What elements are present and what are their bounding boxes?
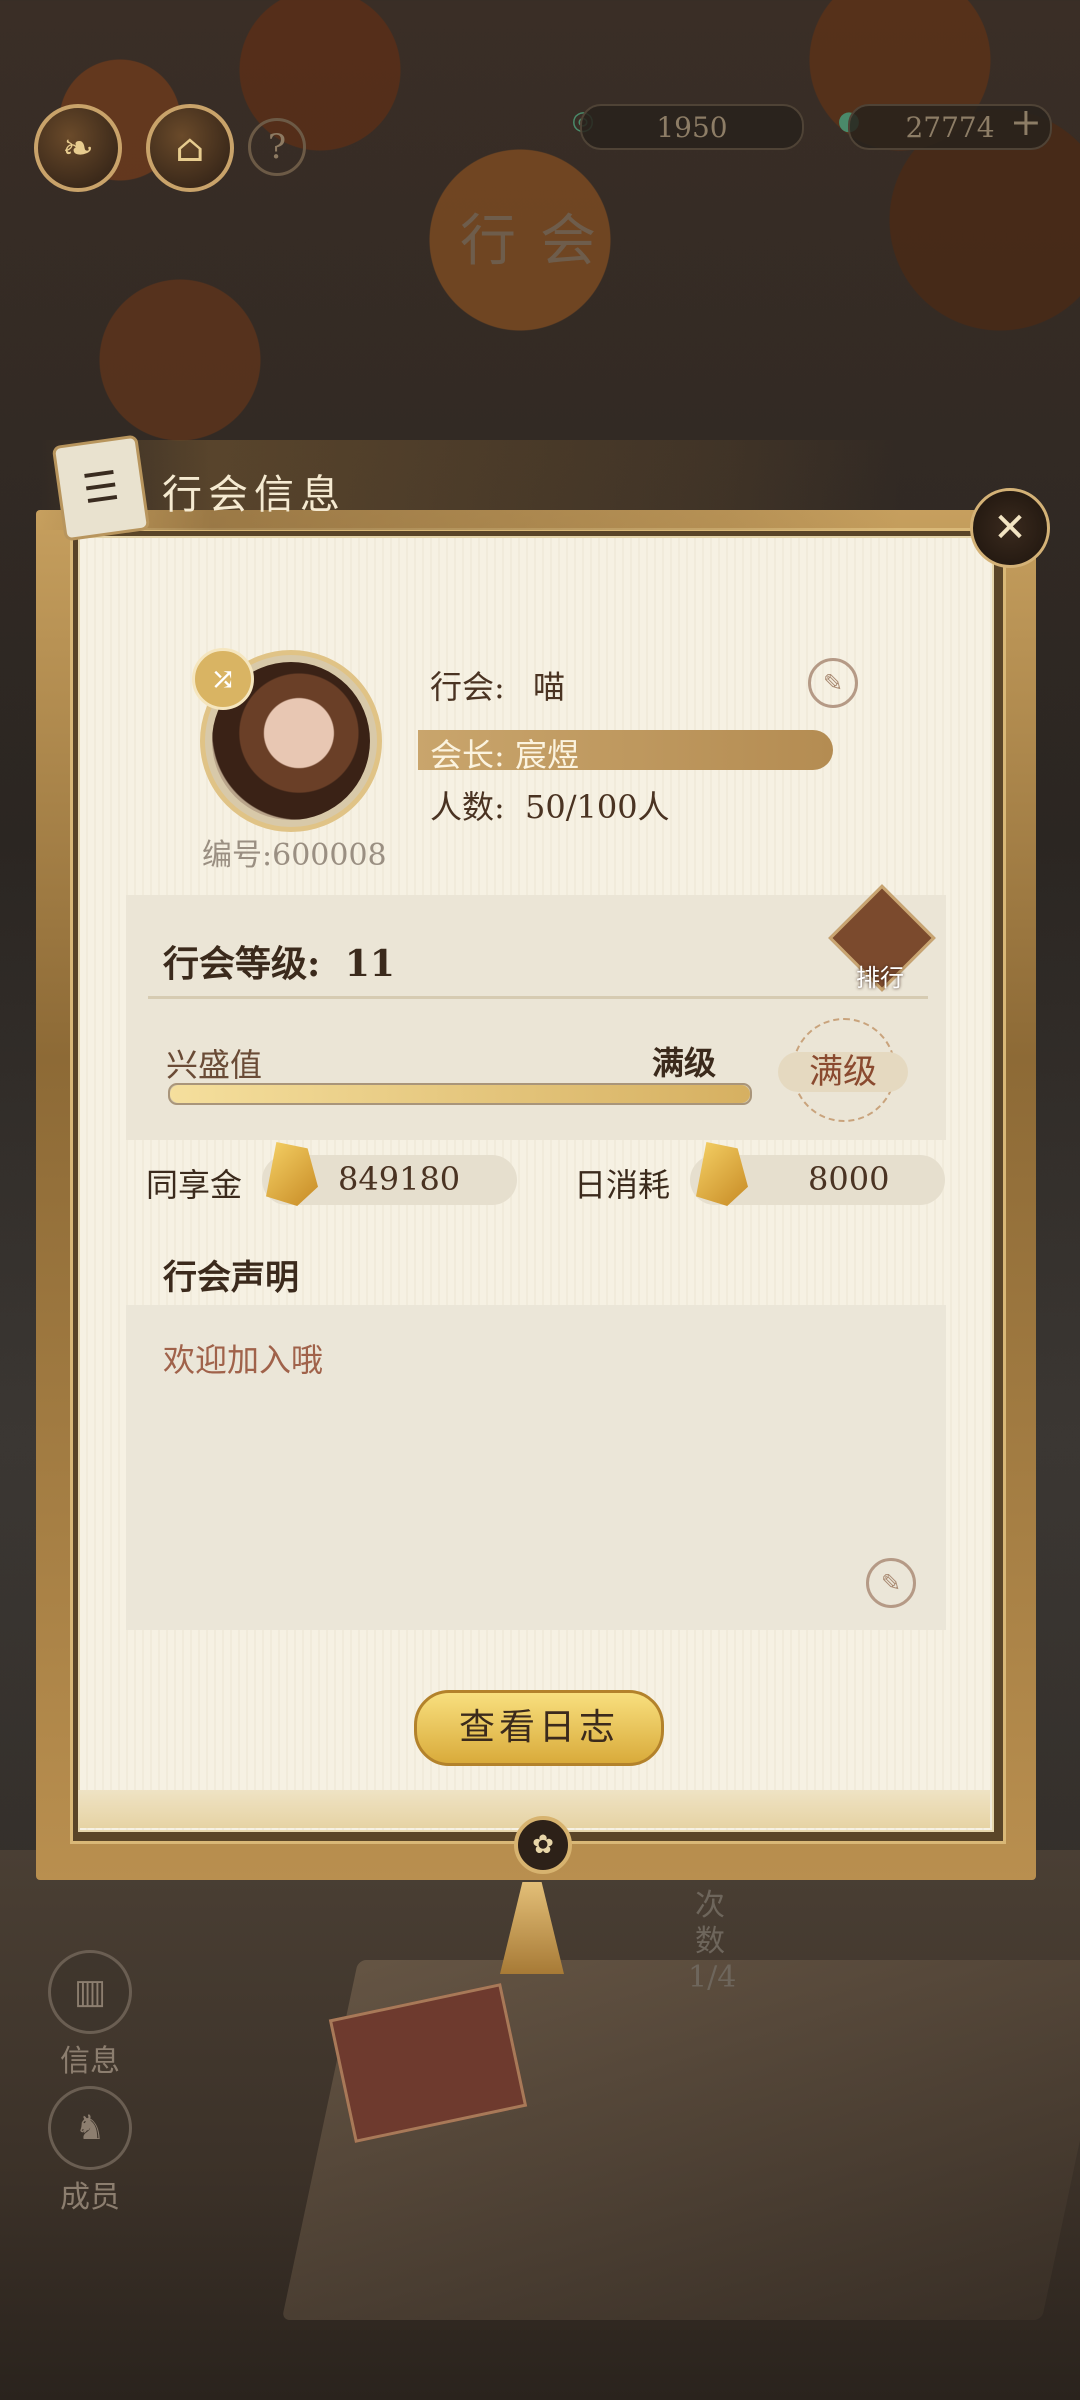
guild-name-label: 行会: bbox=[430, 668, 505, 706]
scroll-emblem-icon: ☰ bbox=[51, 434, 151, 542]
leader-name: 宸煜 bbox=[514, 736, 579, 774]
shuffle-icon[interactable]: ⤮ bbox=[192, 648, 254, 710]
daily-cost-label: 日消耗 bbox=[574, 1166, 671, 1204]
guild-hall-button[interactable]: ⌂ bbox=[146, 104, 234, 192]
edit-name-icon[interactable]: ✎ bbox=[808, 658, 858, 708]
back-button[interactable]: ❧ bbox=[34, 104, 122, 192]
member-count-label: 人数: bbox=[430, 788, 505, 826]
declaration-text: 欢迎加入哦 bbox=[163, 1341, 324, 1379]
close-icon: ✕ bbox=[993, 505, 1027, 551]
member-count-row: 人数: 50/100人 bbox=[430, 782, 670, 828]
page-title: 行会 bbox=[460, 209, 620, 274]
panel-title: 行会信息 bbox=[162, 472, 346, 518]
prosperity-label: 兴盛值 bbox=[166, 1046, 263, 1084]
attempt-count: 次 数 1/4 bbox=[688, 1888, 737, 1995]
view-log-button[interactable]: 查看日志 bbox=[414, 1690, 664, 1766]
close-button[interactable]: ✕ bbox=[970, 488, 1050, 568]
prosperity-status: 满级 bbox=[652, 1044, 717, 1082]
info-icon: ▥ bbox=[48, 1950, 132, 2034]
prosperity-bar bbox=[168, 1083, 752, 1105]
side-nav-members-label: 成员 bbox=[60, 2180, 120, 2215]
guild-name: 喵 bbox=[532, 668, 565, 706]
pavilion-icon: ⌂ bbox=[175, 126, 205, 170]
member-count: 50/100人 bbox=[524, 788, 670, 826]
guild-name-row: 行会: 喵 bbox=[430, 662, 565, 708]
side-nav-info[interactable]: ▥ 信息 bbox=[45, 1950, 135, 2080]
leader-label: 会长: bbox=[430, 736, 505, 774]
currency-1-display: 1950 bbox=[580, 104, 804, 150]
side-nav-members[interactable]: ♞ 成员 bbox=[45, 2086, 135, 2216]
side-nav-info-label: 信息 bbox=[60, 2044, 120, 2079]
ranking-label: 排行 bbox=[856, 964, 904, 992]
shared-fund-value: 849180 bbox=[338, 1160, 461, 1198]
ranking-button[interactable]: 排行 bbox=[828, 884, 936, 992]
guild-level-label: 行会等级: bbox=[163, 943, 321, 985]
max-level-text: 满级 bbox=[778, 1052, 908, 1092]
max-level-badge: 满级 bbox=[778, 1018, 908, 1128]
daily-cost-value: 8000 bbox=[808, 1160, 890, 1198]
help-button[interactable]: ? bbox=[248, 118, 306, 176]
declaration-title: 行会声明 bbox=[163, 1258, 299, 1298]
guild-level: 行会等级: 11 bbox=[163, 935, 395, 987]
add-currency-button[interactable]: + bbox=[1010, 100, 1042, 144]
guild-level-value: 11 bbox=[344, 943, 395, 985]
leader-row: 会长: 宸煜 bbox=[430, 730, 579, 776]
edit-declaration-icon[interactable]: ✎ bbox=[866, 1558, 916, 1608]
leaf-icon: ❧ bbox=[62, 126, 94, 170]
level-divider bbox=[148, 996, 928, 999]
guild-id: 编号:600008 bbox=[202, 838, 387, 873]
members-icon: ♞ bbox=[48, 2086, 132, 2170]
prosperity-bar-fill bbox=[170, 1085, 750, 1103]
plum-blossom-knot-icon: ✿ bbox=[514, 1816, 572, 1874]
shared-fund-label: 同享金 bbox=[146, 1166, 243, 1204]
